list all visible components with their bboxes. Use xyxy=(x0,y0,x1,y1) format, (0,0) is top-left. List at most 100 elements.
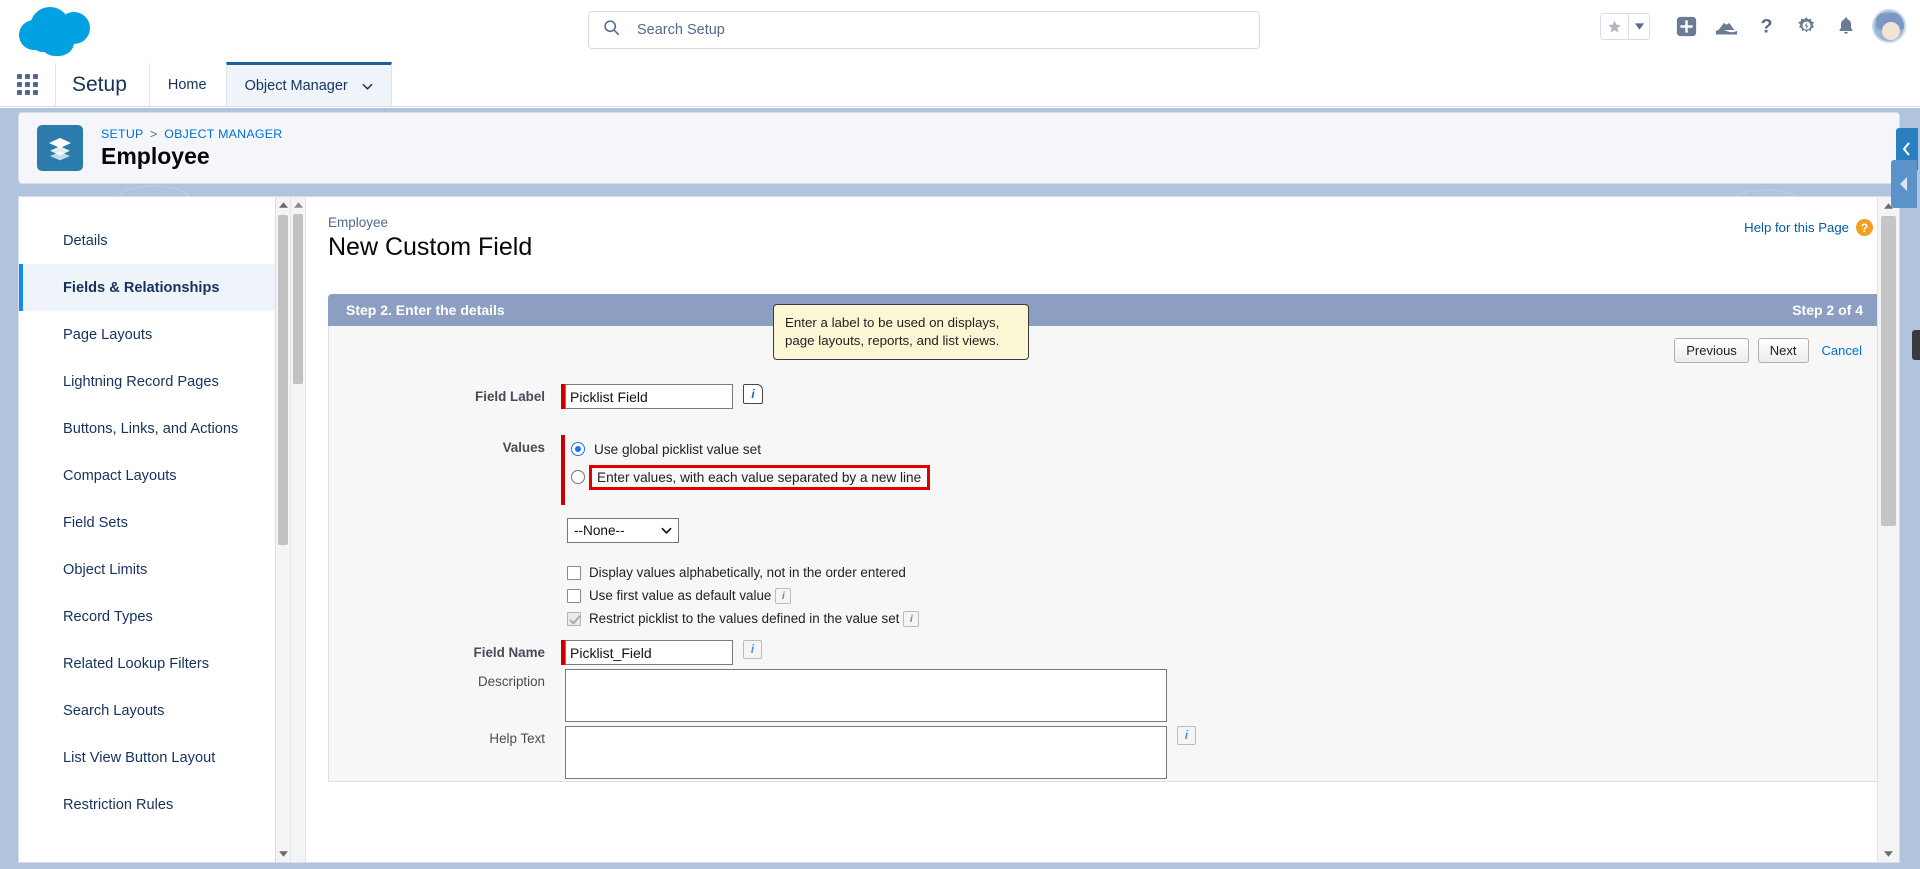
setup-content-panel: Details Fields & Relationships Page Layout… xyxy=(18,196,1900,863)
form-heading: New Custom Field xyxy=(328,233,533,261)
help-text-info-icon[interactable]: i xyxy=(1177,726,1196,745)
sidebar-item-record-types[interactable]: Record Types xyxy=(19,593,290,640)
global-value-set-selected: --None-- xyxy=(574,523,625,538)
field-name-info-icon[interactable]: i xyxy=(743,640,762,659)
favorites-dropdown-icon[interactable] xyxy=(1628,12,1650,40)
page-scroll-thumb[interactable] xyxy=(1881,216,1896,526)
notifications-bell-icon[interactable] xyxy=(1826,8,1866,44)
checkbox-input-2 xyxy=(567,611,581,626)
sidebar-item-compact-layouts[interactable]: Compact Layouts xyxy=(19,452,290,499)
checkbox-input-0[interactable] xyxy=(567,565,581,580)
radio-global-input[interactable] xyxy=(571,442,585,456)
sidebar-scroll-up-icon[interactable] xyxy=(276,197,290,213)
sidebar-item-fields-relationships[interactable]: Fields & Relationships xyxy=(19,264,290,311)
sidebar-item-label: Compact Layouts xyxy=(63,467,177,484)
checkbox-row-0[interactable]: Display values alphabetically, not in th… xyxy=(567,561,919,584)
next-button[interactable]: Next xyxy=(1757,337,1809,363)
values-required-indicator xyxy=(561,435,565,505)
favorites-star-icon[interactable] xyxy=(1600,12,1628,40)
global-value-set-select[interactable]: --None-- xyxy=(567,518,679,543)
global-header: ? xyxy=(0,0,1920,63)
radio-enter-input[interactable] xyxy=(571,470,585,484)
main-scroll-thumb[interactable] xyxy=(293,214,303,384)
field-label-row: Field Label i xyxy=(329,384,1880,409)
description-row: Description xyxy=(329,669,1880,722)
breadcrumb-object-manager[interactable]: OBJECT MANAGER xyxy=(164,127,282,141)
sidebar-item-label: Lightning Record Pages xyxy=(63,373,219,390)
checkbox-label-1: Use first value as default value xyxy=(589,588,772,603)
tab-object-manager[interactable]: Object Manager xyxy=(225,62,392,106)
highlight-annotation-box: Enter values, with each value separated … xyxy=(589,464,931,490)
sidebar-scroll-thumb[interactable] xyxy=(278,215,288,545)
sidebar-item-related-lookup-filters[interactable]: Related Lookup Filters xyxy=(19,640,290,687)
setup-nav-bar: Setup Home Object Manager xyxy=(0,62,1920,107)
cancel-link[interactable]: Cancel xyxy=(1818,343,1866,358)
help-question-circle-icon: ? xyxy=(1856,219,1873,236)
sidebar-item-restriction-rules[interactable]: Restriction Rules xyxy=(19,781,290,828)
search-box[interactable] xyxy=(588,11,1260,49)
help-question-icon[interactable]: ? xyxy=(1746,8,1786,44)
sidebar-item-label: Page Layouts xyxy=(63,326,153,343)
sidebar-item-search-layouts[interactable]: Search Layouts xyxy=(19,687,290,734)
object-sidebar: Details Fields & Relationships Page Layout… xyxy=(19,197,291,862)
values-row: Values Use global picklist value set Ent… xyxy=(329,435,1880,630)
previous-button[interactable]: Previous xyxy=(1674,337,1749,363)
global-search[interactable] xyxy=(588,11,1260,49)
help-text-textarea[interactable] xyxy=(565,726,1167,779)
sidebar-item-buttons-links-and-actions[interactable]: Buttons, Links, and Actions xyxy=(19,405,290,452)
help-text-caption: Help Text xyxy=(489,731,545,746)
radio-use-global-picklist[interactable]: Use global picklist value set xyxy=(571,435,930,463)
search-input[interactable] xyxy=(637,22,1197,38)
sidebar-item-label: Related Lookup Filters xyxy=(63,655,210,672)
header-actions: ? xyxy=(1600,8,1906,44)
page-scroll-down-icon[interactable] xyxy=(1878,845,1899,862)
picklist-options-checkboxes: Display values alphabetically, not in th… xyxy=(567,561,920,630)
sidebar-item-list-view-button-layout[interactable]: List View Button Layout xyxy=(19,734,290,781)
sidebar-item-object-limits[interactable]: Object Limits xyxy=(19,546,290,593)
add-button[interactable] xyxy=(1666,8,1706,44)
checkbox-input-1[interactable] xyxy=(567,588,581,603)
sidebar-item-label: Object Limits xyxy=(63,561,148,578)
sidebar-item-label: Restriction Rules xyxy=(63,796,174,813)
sidebar-scrollbar[interactable] xyxy=(275,197,290,862)
sidebar-item-label: Details xyxy=(63,232,108,249)
sidebar-item-field-sets[interactable]: Field Sets xyxy=(19,499,290,546)
field-label-input[interactable] xyxy=(565,384,733,409)
radio-enter-label: Enter values, with each value separated … xyxy=(597,469,922,485)
description-caption: Description xyxy=(478,674,545,689)
page-scrollbar-right[interactable] xyxy=(1877,197,1899,862)
sidebar-item-lightning-record-pages[interactable]: Lightning Record Pages xyxy=(19,358,290,405)
edge-drag-handle[interactable] xyxy=(1912,330,1920,360)
checkbox-label-2: Restrict picklist to the values defined … xyxy=(589,611,900,626)
tab-home[interactable]: Home xyxy=(150,63,226,106)
app-launcher-waffle-icon[interactable] xyxy=(0,63,56,106)
checkbox-label-0: Display values alphabetically, not in th… xyxy=(589,565,906,580)
field-name-row: Field Name i xyxy=(329,640,1880,665)
field-label-info-icon[interactable]: i xyxy=(743,384,763,404)
field-name-input[interactable] xyxy=(565,640,733,665)
salesforce-cloud-logo[interactable] xyxy=(18,6,96,56)
sidebar-item-details[interactable]: Details xyxy=(19,217,290,264)
learning-mountain-icon[interactable] xyxy=(1706,8,1746,44)
breadcrumb-setup[interactable]: SETUP xyxy=(101,127,143,141)
description-textarea[interactable] xyxy=(565,669,1167,722)
checkbox-row-1[interactable]: Use first value as default value i xyxy=(567,584,919,607)
help-for-this-page-link[interactable]: Help for this Page ? xyxy=(1744,219,1873,236)
panel-collapse-button[interactable] xyxy=(1891,160,1917,208)
checkbox-info-icon-1[interactable]: i xyxy=(775,587,792,604)
setup-title: Setup xyxy=(56,63,150,106)
main-scroll-up-icon[interactable] xyxy=(291,197,305,212)
user-avatar[interactable] xyxy=(1872,9,1906,43)
form-button-row-top: Previous Next Cancel xyxy=(329,326,1880,370)
sidebar-scroll-down-icon[interactable] xyxy=(276,846,290,862)
help-link-label: Help for this Page xyxy=(1744,220,1849,235)
step-title: Step 2. Enter the details xyxy=(346,302,505,318)
step-counter: Step 2 of 4 xyxy=(1792,302,1863,318)
breadcrumb-separator: > xyxy=(150,126,158,141)
checkbox-row-2[interactable]: Restrict picklist to the values defined … xyxy=(567,607,920,630)
sidebar-item-page-layouts[interactable]: Page Layouts xyxy=(19,311,290,358)
setup-gear-icon[interactable] xyxy=(1786,8,1826,44)
checkbox-info-icon-2[interactable]: i xyxy=(903,610,920,627)
radio-enter-values[interactable]: Enter values, with each value separated … xyxy=(571,463,931,491)
main-scrollbar-left[interactable] xyxy=(291,197,306,862)
